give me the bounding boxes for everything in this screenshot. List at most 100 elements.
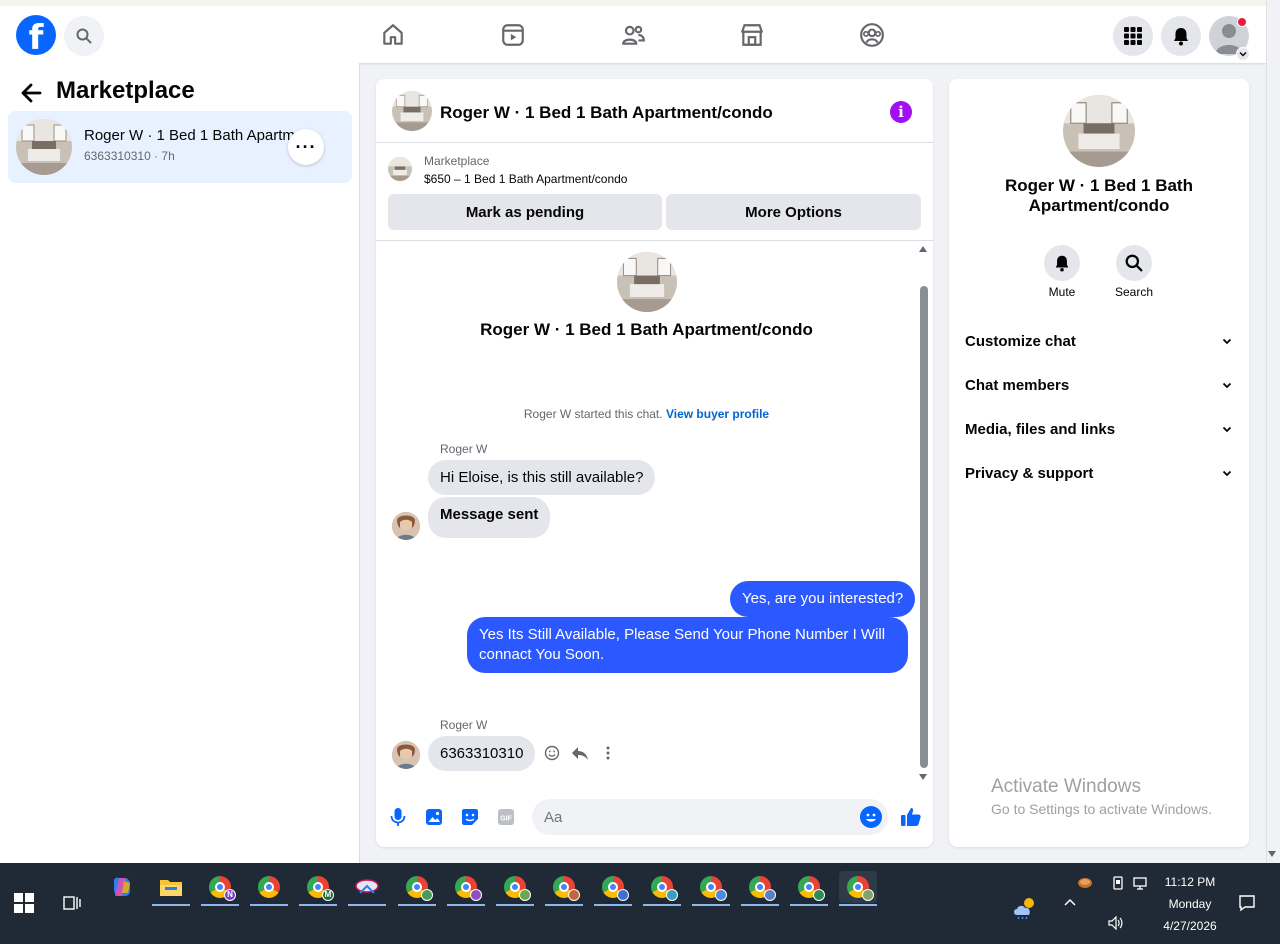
listing-banner-thumbnail[interactable]	[388, 157, 412, 181]
chevron-down-icon	[1222, 338, 1232, 345]
chat-details-panel: Roger W · 1 Bed 1 Bath Apartment/condo M…	[949, 79, 1249, 847]
top-navigation-bar: f	[0, 0, 1266, 63]
more-options-button[interactable]: More Options	[666, 194, 921, 230]
taskbar-chrome-profile[interactable]	[545, 871, 583, 906]
taskbar-chrome-profile[interactable]	[594, 871, 632, 906]
active-indicator	[643, 904, 681, 906]
customize-chat-section[interactable]: Customize chat	[965, 329, 1233, 353]
profile-badge	[666, 889, 678, 901]
media-files-links-section[interactable]: Media, files and links	[965, 417, 1233, 441]
notification-center-button[interactable]	[1228, 887, 1266, 919]
chat-panel: Roger W · 1 Bed 1 Bath Apartment/condo i…	[376, 79, 933, 847]
scroll-down-arrow[interactable]	[919, 774, 927, 780]
account-menu-chevron[interactable]	[1236, 47, 1250, 61]
taskbar-chrome-profile[interactable]: N	[201, 871, 239, 906]
taskbar-chrome-profile[interactable]	[496, 871, 534, 906]
message-more-button[interactable]	[598, 743, 618, 763]
tray-device-icon[interactable]	[1108, 867, 1128, 899]
message-bubble-incoming[interactable]: Hi Eloise, is this still available?	[428, 460, 656, 495]
network-button[interactable]	[1131, 867, 1151, 899]
details-thumbnail[interactable]	[1063, 95, 1135, 167]
chat-header: Roger W · 1 Bed 1 Bath Apartment/condo i	[376, 79, 933, 143]
menu-button[interactable]	[1113, 16, 1153, 56]
section-label: Customize chat	[965, 332, 1076, 350]
taskbar-chrome[interactable]	[250, 871, 288, 906]
taskbar-chrome-profile[interactable]	[692, 871, 730, 906]
groups-tab[interactable]	[857, 20, 887, 50]
mark-as-pending-button[interactable]: Mark as pending	[388, 194, 662, 230]
svg-text:GIF: GIF	[500, 816, 512, 823]
marketplace-tab[interactable]	[737, 20, 767, 50]
message-input[interactable]	[532, 799, 888, 835]
sender-avatar[interactable]	[392, 741, 420, 769]
message-bubble-outgoing[interactable]: Yes, are you interested?	[730, 581, 916, 617]
chat-title[interactable]: Roger W · 1 Bed 1 Bath Apartment/condo	[440, 103, 773, 123]
chevron-down-icon	[1222, 470, 1232, 477]
notifications-button[interactable]	[1161, 16, 1201, 56]
chat-scrollbar-thumb[interactable]	[920, 286, 928, 768]
back-button[interactable]	[18, 79, 46, 107]
weather-widget[interactable]	[1006, 891, 1044, 923]
task-view-button[interactable]	[62, 893, 82, 913]
react-button[interactable]	[542, 743, 562, 763]
search-in-chat-button[interactable]	[1116, 245, 1152, 281]
scroll-up-arrow[interactable]	[919, 246, 927, 252]
friends-tab[interactable]	[618, 20, 648, 50]
like-icon	[901, 808, 921, 826]
taskbar-chrome-profile[interactable]	[790, 871, 828, 906]
emoji-button[interactable]	[860, 806, 882, 828]
home-tab[interactable]	[378, 20, 408, 50]
mute-button[interactable]	[1044, 245, 1080, 281]
taskbar-chrome-profile[interactable]	[643, 871, 681, 906]
active-indicator	[545, 904, 583, 906]
conversation-item[interactable]: Roger W · 1 Bed 1 Bath Apartm... 6363310…	[8, 111, 352, 183]
intro-thumbnail	[617, 252, 677, 312]
chevron-down-icon	[1239, 52, 1247, 57]
search-button[interactable]	[64, 16, 104, 56]
emoji-icon	[866, 813, 876, 822]
start-button[interactable]	[14, 893, 34, 913]
video-tab[interactable]	[498, 20, 528, 50]
page-scroll-down-arrow[interactable]	[1268, 851, 1276, 857]
windows-logo-icon	[14, 893, 34, 913]
taskbar-chrome-profile[interactable]: M	[299, 871, 337, 906]
facebook-logo[interactable]: f	[16, 15, 56, 55]
conversation-more-button[interactable]: ···	[288, 129, 324, 165]
clock-time[interactable]: 11:12 PM	[1152, 875, 1228, 889]
attach-photo-button[interactable]	[423, 806, 445, 828]
video-icon	[502, 24, 524, 46]
taskbar-chrome-profile[interactable]	[741, 871, 779, 906]
message-bubble-outgoing[interactable]: Yes Its Still Available, Please Send You…	[467, 617, 908, 673]
taskbar-file-explorer[interactable]	[152, 871, 190, 906]
message-bubble-incoming[interactable]: Message sent	[428, 497, 551, 538]
details-title: Roger W · 1 Bed 1 Bath Apartment/condo	[1005, 176, 1193, 215]
info-icon[interactable]: i	[890, 101, 912, 123]
tray-app-icon[interactable]	[1075, 867, 1095, 899]
taskbar-copilot[interactable]	[103, 871, 141, 903]
bell-icon	[1055, 255, 1069, 272]
reply-button[interactable]	[570, 743, 590, 763]
listing-banner: Marketplace $650 – 1 Bed 1 Bath Apartmen…	[376, 143, 933, 241]
like-button[interactable]	[899, 806, 923, 828]
volume-button[interactable]	[1106, 907, 1126, 939]
sticker-button[interactable]	[459, 806, 481, 828]
taskbar-chrome-profile[interactable]	[398, 871, 436, 906]
taskbar-chrome-profile[interactable]	[447, 871, 485, 906]
page-scrollbar[interactable]	[1266, 0, 1280, 863]
listing-thumbnail	[16, 119, 72, 175]
weather-icon	[1014, 898, 1034, 919]
gif-button[interactable]: GIF	[495, 806, 517, 828]
sender-avatar[interactable]	[392, 512, 420, 540]
taskbar-chrome-profile-active[interactable]	[839, 871, 877, 906]
chat-header-thumbnail[interactable]	[392, 91, 432, 131]
listing-price-title[interactable]: $650 – 1 Bed 1 Bath Apartment/condo	[424, 172, 627, 186]
taskbar-app[interactable]	[348, 871, 386, 906]
notification-dot	[1237, 17, 1247, 27]
message-bubble-incoming[interactable]: 6363310310	[428, 736, 536, 771]
chat-members-section[interactable]: Chat members	[965, 373, 1233, 397]
notification-center-icon	[1239, 895, 1255, 912]
voice-clip-button[interactable]	[387, 806, 409, 828]
view-buyer-profile-link[interactable]: View buyer profile	[666, 407, 769, 421]
privacy-support-section[interactable]: Privacy & support	[965, 461, 1233, 485]
search-icon	[76, 28, 92, 44]
